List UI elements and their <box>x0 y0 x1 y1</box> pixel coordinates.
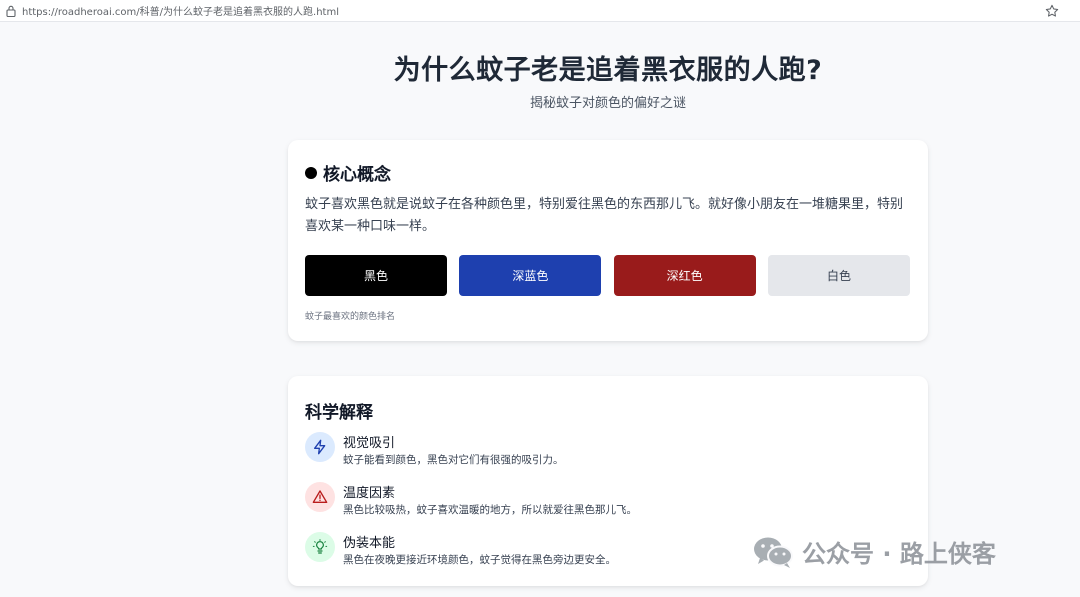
url-text[interactable]: https://roadheroai.com/科普/为什么蚊子老是追着黑衣服的人… <box>22 3 339 18</box>
swatch-black[interactable]: 黑色 <box>305 255 447 296</box>
science-item-text: 黑色比较吸热，蚊子喜欢温暖的地方，所以就爱往黑色那儿飞。 <box>343 504 637 516</box>
lock-icon[interactable] <box>0 5 22 17</box>
swatch-white[interactable]: 白色 <box>767 255 910 296</box>
science-item-title: 伪装本能 <box>343 536 396 551</box>
science-item-visual: 视觉吸引 蚊子能看到颜色，黑色对它们有很强的吸引力。 <box>305 432 905 472</box>
science-item-text: 蚊子能看到颜色，黑色对它们有很强的吸引力。 <box>343 454 564 466</box>
black-dot-icon <box>305 166 317 179</box>
swatch-caption: 蚊子最喜欢的颜色排名 <box>305 312 396 322</box>
science-item-text: 黑色在夜晚更接近环境颜色，蚊子觉得在黑色旁边更安全。 <box>343 554 616 566</box>
lightbulb-icon <box>305 532 335 562</box>
page-title: 为什么蚊子老是追着黑衣服的人跑? <box>393 55 823 86</box>
core-concept-header: 核心概念 <box>305 160 391 185</box>
science-item-title: 温度因素 <box>343 486 396 501</box>
core-concept-card: 核心概念 蚊子喜欢黑色就是说蚊子在各种颜色里，特别爱往黑色的东西那儿飞。就好像小… <box>288 140 928 341</box>
core-concept-title: 核心概念 <box>323 165 391 185</box>
watermark-text: 公众号 · 路上侠客 <box>802 540 996 568</box>
browser-address-bar[interactable]: https://roadheroai.com/科普/为什么蚊子老是追着黑衣服的人… <box>0 0 1080 22</box>
lightning-icon <box>305 432 335 462</box>
wechat-watermark: 公众号 · 路上侠客 <box>752 534 996 569</box>
color-swatches: 黑色 深蓝色 深红色 白色 <box>305 255 910 296</box>
wechat-icon <box>752 535 794 569</box>
page-subtitle: 揭秘蚊子对颜色的偏好之谜 <box>529 96 686 111</box>
swatch-dark-blue[interactable]: 深蓝色 <box>459 255 602 296</box>
science-title: 科学解释 <box>305 403 373 423</box>
science-item-temperature: 温度因素 黑色比较吸热，蚊子喜欢温暖的地方，所以就爱往黑色那儿飞。 <box>305 482 905 522</box>
science-item-title: 视觉吸引 <box>343 436 396 451</box>
swatch-dark-red[interactable]: 深红色 <box>613 255 756 296</box>
core-concept-description: 蚊子喜欢黑色就是说蚊子在各种颜色里，特别爱往黑色的东西那儿飞。就好像小朋友在一堆… <box>305 197 904 234</box>
warning-icon <box>305 482 335 512</box>
bookmark-star-icon[interactable] <box>1044 3 1060 19</box>
